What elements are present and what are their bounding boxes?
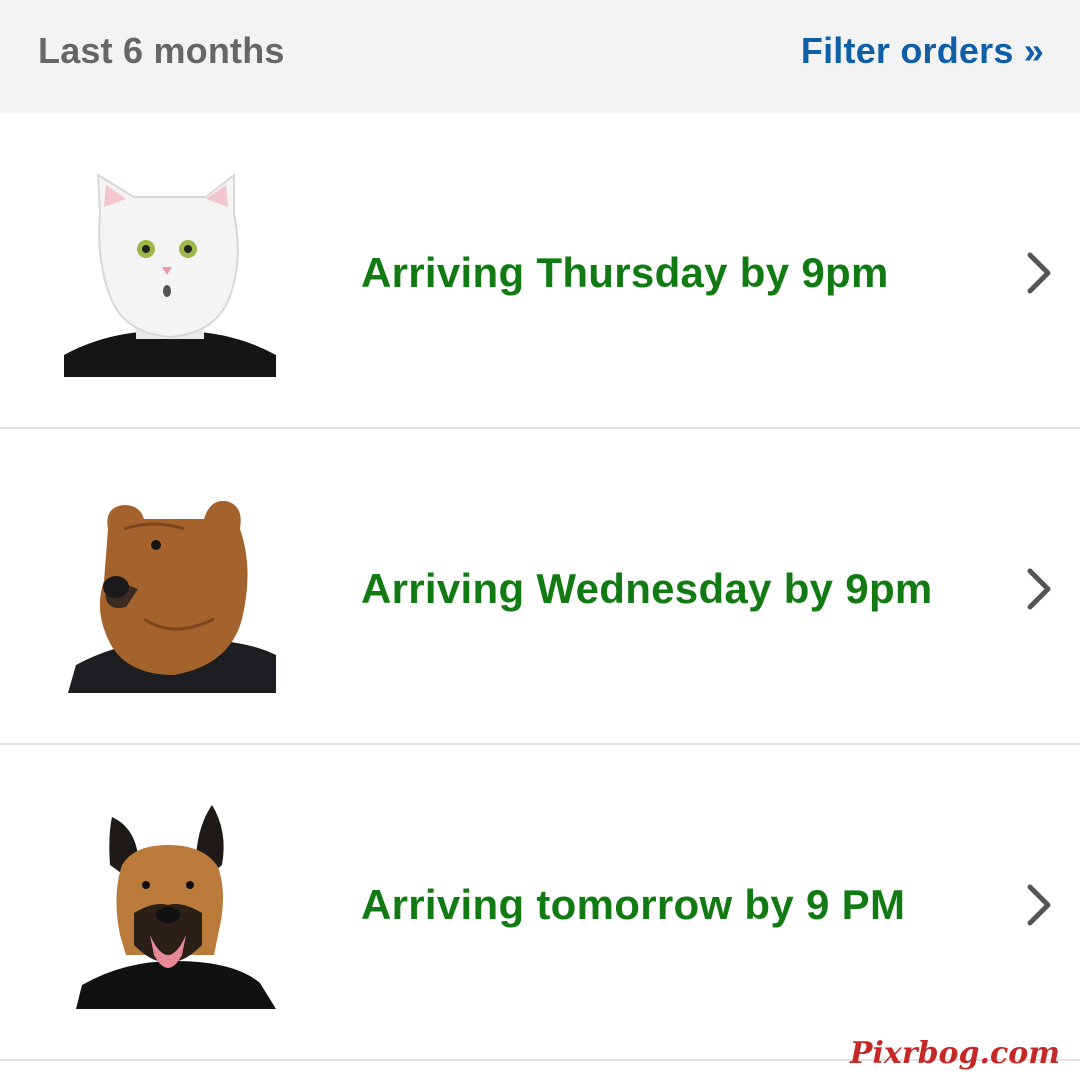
chevron-right-icon: [1027, 252, 1051, 294]
filter-orders-link[interactable]: Filter orders »: [801, 30, 1044, 72]
cat-mask-image: [64, 173, 276, 377]
watermark-logo: Pixrbog.com: [849, 1036, 1060, 1071]
delivery-status: Arriving tomorrow by 9 PM: [361, 881, 906, 928]
order-row[interactable]: Arriving tomorrow by 9 PM: [0, 745, 1080, 1061]
bear-mask-image: [64, 489, 276, 693]
time-range-label[interactable]: Last 6 months: [38, 30, 285, 72]
order-row[interactable]: Arriving Thursday by 9pm: [0, 113, 1080, 429]
orders-header: Last 6 months Filter orders »: [0, 0, 1080, 113]
delivery-status: Arriving Thursday by 9pm: [361, 249, 889, 296]
chevron-right-icon: [1027, 884, 1051, 926]
order-row[interactable]: Arriving Wednesday by 9pm: [0, 429, 1080, 745]
delivery-status: Arriving Wednesday by 9pm: [361, 565, 933, 612]
dog-mask-image: [64, 805, 276, 1009]
chevron-right-icon: [1027, 568, 1051, 610]
